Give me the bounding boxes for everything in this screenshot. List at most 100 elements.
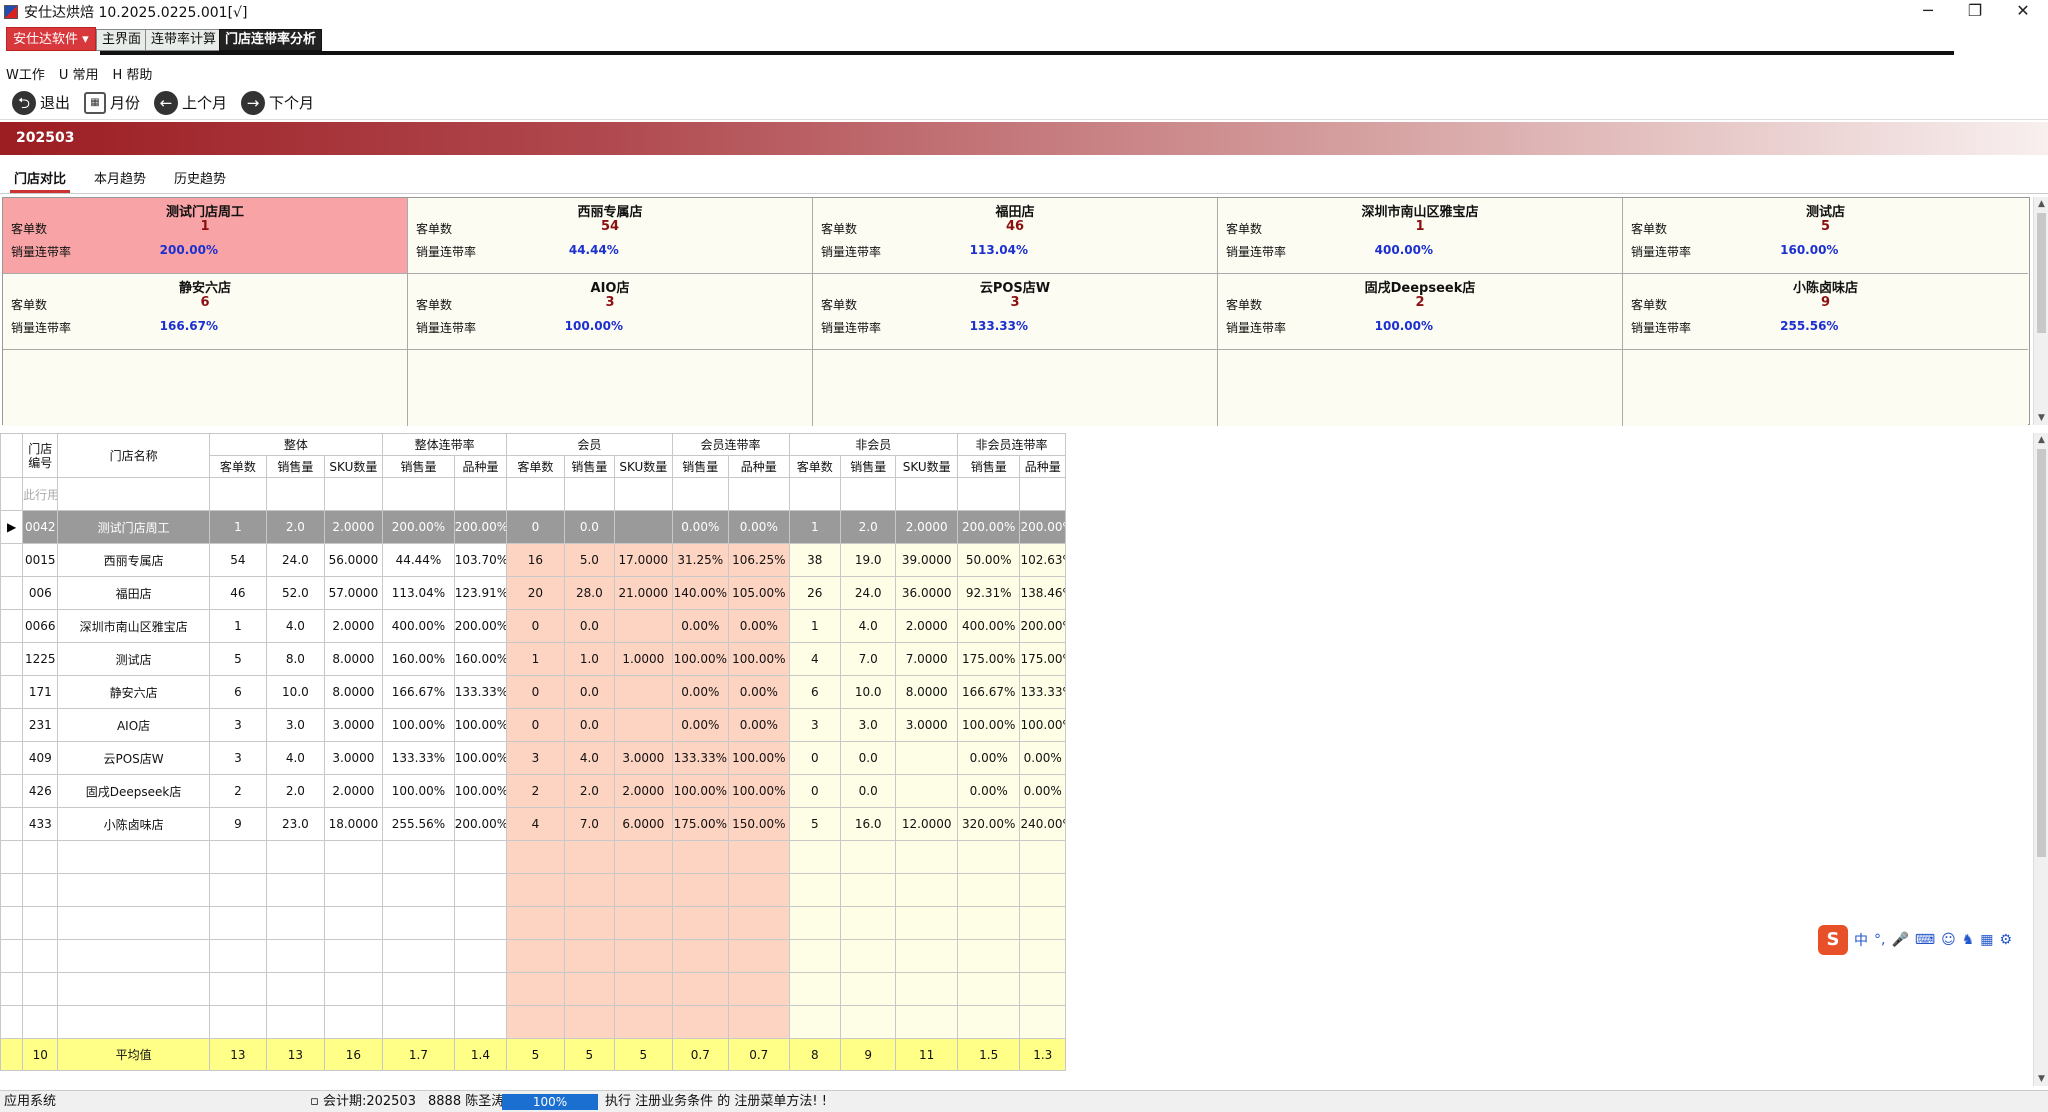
table-cell[interactable]: 1 <box>788 609 841 643</box>
table-cell[interactable]: 云POS店W <box>57 741 210 775</box>
table-cell[interactable]: 433 <box>22 807 59 841</box>
table-cell[interactable]: 1.0000 <box>614 642 673 676</box>
col-header[interactable]: 客单数 <box>506 455 565 478</box>
table-cell[interactable]: 2.0000 <box>614 774 673 808</box>
table-cell[interactable]: 36.0000 <box>895 576 958 610</box>
store-card[interactable]: 小陈卤味店 客单数 9 销量连带率 255.56% <box>1623 274 2028 350</box>
table-cell[interactable]: 5 <box>788 807 841 841</box>
table-row[interactable]: 1225 测试店 5 8.0 8.0000 160.00% 160.00% 1 1.0 1.000… <box>0 642 1066 676</box>
table-cell[interactable]: 8.0000 <box>323 675 384 709</box>
table-cell[interactable]: 0.00% <box>1019 774 1066 808</box>
col-header[interactable]: 品种量 <box>728 455 790 478</box>
table-cell[interactable]: 39.0000 <box>895 543 958 577</box>
filter-cell[interactable] <box>57 477 210 511</box>
table-cell[interactable]: 5.0 <box>563 543 616 577</box>
store-card[interactable]: 固戌Deepseek店 客单数 2 销量连带率 100.00% <box>1218 274 1623 350</box>
table-cell[interactable]: 小陈卤味店 <box>57 807 210 841</box>
table-cell[interactable]: 28.0 <box>563 576 616 610</box>
filter-cell[interactable] <box>382 477 455 511</box>
table-scrollbar[interactable]: ▲ ▼ <box>2033 433 2048 1086</box>
table-cell[interactable]: 4.0 <box>563 741 616 775</box>
table-cell[interactable]: 175.00% <box>671 807 730 841</box>
table-cell[interactable]: 100.00% <box>728 774 790 808</box>
table-cell[interactable]: 0066 <box>22 609 59 643</box>
table-cell[interactable]: 0.00% <box>671 609 730 643</box>
table-cell[interactable]: 0.0 <box>563 609 616 643</box>
table-cell[interactable]: 0.00% <box>956 774 1021 808</box>
table-cell[interactable]: 6.0000 <box>614 807 673 841</box>
month-button[interactable]: ▦ 月份 <box>84 91 140 114</box>
table-cell[interactable]: 113.04% <box>382 576 455 610</box>
table-cell[interactable]: 138.46% <box>1019 576 1066 610</box>
table-cell[interactable]: 1 <box>788 510 841 544</box>
next-month-button[interactable]: → 下个月 <box>241 90 314 115</box>
table-cell[interactable]: 2.0000 <box>323 510 384 544</box>
col-header[interactable]: 客单数 <box>788 455 841 478</box>
table-cell[interactable]: 123.91% <box>453 576 508 610</box>
scroll-down-icon[interactable]: ▼ <box>2034 411 2048 425</box>
table-cell[interactable]: 26 <box>788 576 841 610</box>
table-cell[interactable]: 10.0 <box>266 675 325 709</box>
table-cell[interactable]: 3 <box>506 741 565 775</box>
table-cell[interactable]: 426 <box>22 774 59 808</box>
table-cell[interactable] <box>614 510 673 544</box>
table-cell[interactable]: 3.0 <box>266 708 325 742</box>
table-row[interactable]: 409 云POS店W 3 4.0 3.0000 133.33% 100.00% 3 4.0 3.0… <box>0 741 1066 775</box>
menu-work[interactable]: W工作 <box>6 64 45 83</box>
tab-rate-calc[interactable]: 连带率计算 <box>145 29 223 51</box>
table-row[interactable]: ▶ 0042 测试门店周工 1 2.0 2.0000 200.00% 200.00% 0 0.0 0… <box>0 510 1066 544</box>
table-cell[interactable]: 100.00% <box>728 642 790 676</box>
table-cell[interactable]: 006 <box>22 576 59 610</box>
table-row[interactable]: 231 AIO店 3 3.0 3.0000 100.00% 100.00% 0 0.0 0.00%… <box>0 708 1066 742</box>
table-cell[interactable]: 38 <box>788 543 841 577</box>
ime-mic-icon[interactable]: 🎤 <box>1891 932 1908 948</box>
table-cell[interactable]: 1225 <box>22 642 59 676</box>
table-cell[interactable] <box>614 609 673 643</box>
col-header[interactable]: SKU数量 <box>895 455 958 478</box>
table-cell[interactable]: 5 <box>208 642 268 676</box>
col-header[interactable]: 品种量 <box>453 455 508 478</box>
table-cell[interactable]: 0.00% <box>728 675 790 709</box>
table-cell[interactable]: 106.25% <box>728 543 790 577</box>
table-cell[interactable]: 100.00% <box>671 774 730 808</box>
table-cell[interactable]: 56.0000 <box>323 543 384 577</box>
table-cell[interactable]: 0.00% <box>671 675 730 709</box>
table-cell[interactable]: 测试门店周工 <box>57 510 210 544</box>
table-cell[interactable]: 409 <box>22 741 59 775</box>
table-row[interactable]: 171 静安六店 6 10.0 8.0000 166.67% 133.33% 0 0.0 0.00… <box>0 675 1066 709</box>
table-cell[interactable]: 2.0000 <box>895 609 958 643</box>
table-cell[interactable]: 240.00% <box>1019 807 1066 841</box>
table-cell[interactable]: 固戌Deepseek店 <box>57 774 210 808</box>
table-cell[interactable]: 160.00% <box>453 642 508 676</box>
col-header[interactable]: 销售量 <box>382 455 455 478</box>
table-cell[interactable]: 3.0000 <box>323 708 384 742</box>
table-cell[interactable]: 1 <box>208 609 268 643</box>
table-cell[interactable] <box>614 675 673 709</box>
filter-cell[interactable] <box>956 477 1021 511</box>
table-cell[interactable]: 测试店 <box>57 642 210 676</box>
tab-store-rate-analysis[interactable]: 门店连带率分析 <box>219 29 323 51</box>
table-cell[interactable]: 100.00% <box>453 741 508 775</box>
table-cell[interactable]: 20 <box>506 576 565 610</box>
table-scroll-down-icon[interactable]: ▼ <box>2034 1072 2048 1086</box>
table-cell[interactable]: 31.25% <box>671 543 730 577</box>
table-cell[interactable]: 200.00% <box>382 510 455 544</box>
table-cell[interactable]: 160.00% <box>382 642 455 676</box>
close-button[interactable]: ✕ <box>2000 0 2046 24</box>
store-card[interactable]: 西丽专属店 客单数 54 销量连带率 44.44% <box>408 198 813 274</box>
table-cell[interactable]: 8.0000 <box>323 642 384 676</box>
ime-skin-icon[interactable]: ☺ <box>1941 932 1956 948</box>
table-cell[interactable]: 3.0000 <box>323 741 384 775</box>
table-cell[interactable]: 24.0 <box>839 576 897 610</box>
filter-cell[interactable] <box>453 477 508 511</box>
table-cell[interactable]: 200.00% <box>453 807 508 841</box>
filter-cell[interactable] <box>506 477 565 511</box>
table-cell[interactable]: 2.0000 <box>323 774 384 808</box>
table-scroll-thumb[interactable] <box>2037 449 2046 857</box>
table-cell[interactable]: 3 <box>208 708 268 742</box>
table-cell[interactable]: 133.33% <box>671 741 730 775</box>
store-card[interactable]: 测试门店周工 客单数 1 销量连带率 200.00% <box>3 198 408 274</box>
table-cell[interactable]: 166.67% <box>382 675 455 709</box>
tab-history-trend[interactable]: 历史趋势 <box>170 168 230 193</box>
table-cell[interactable]: 6 <box>208 675 268 709</box>
